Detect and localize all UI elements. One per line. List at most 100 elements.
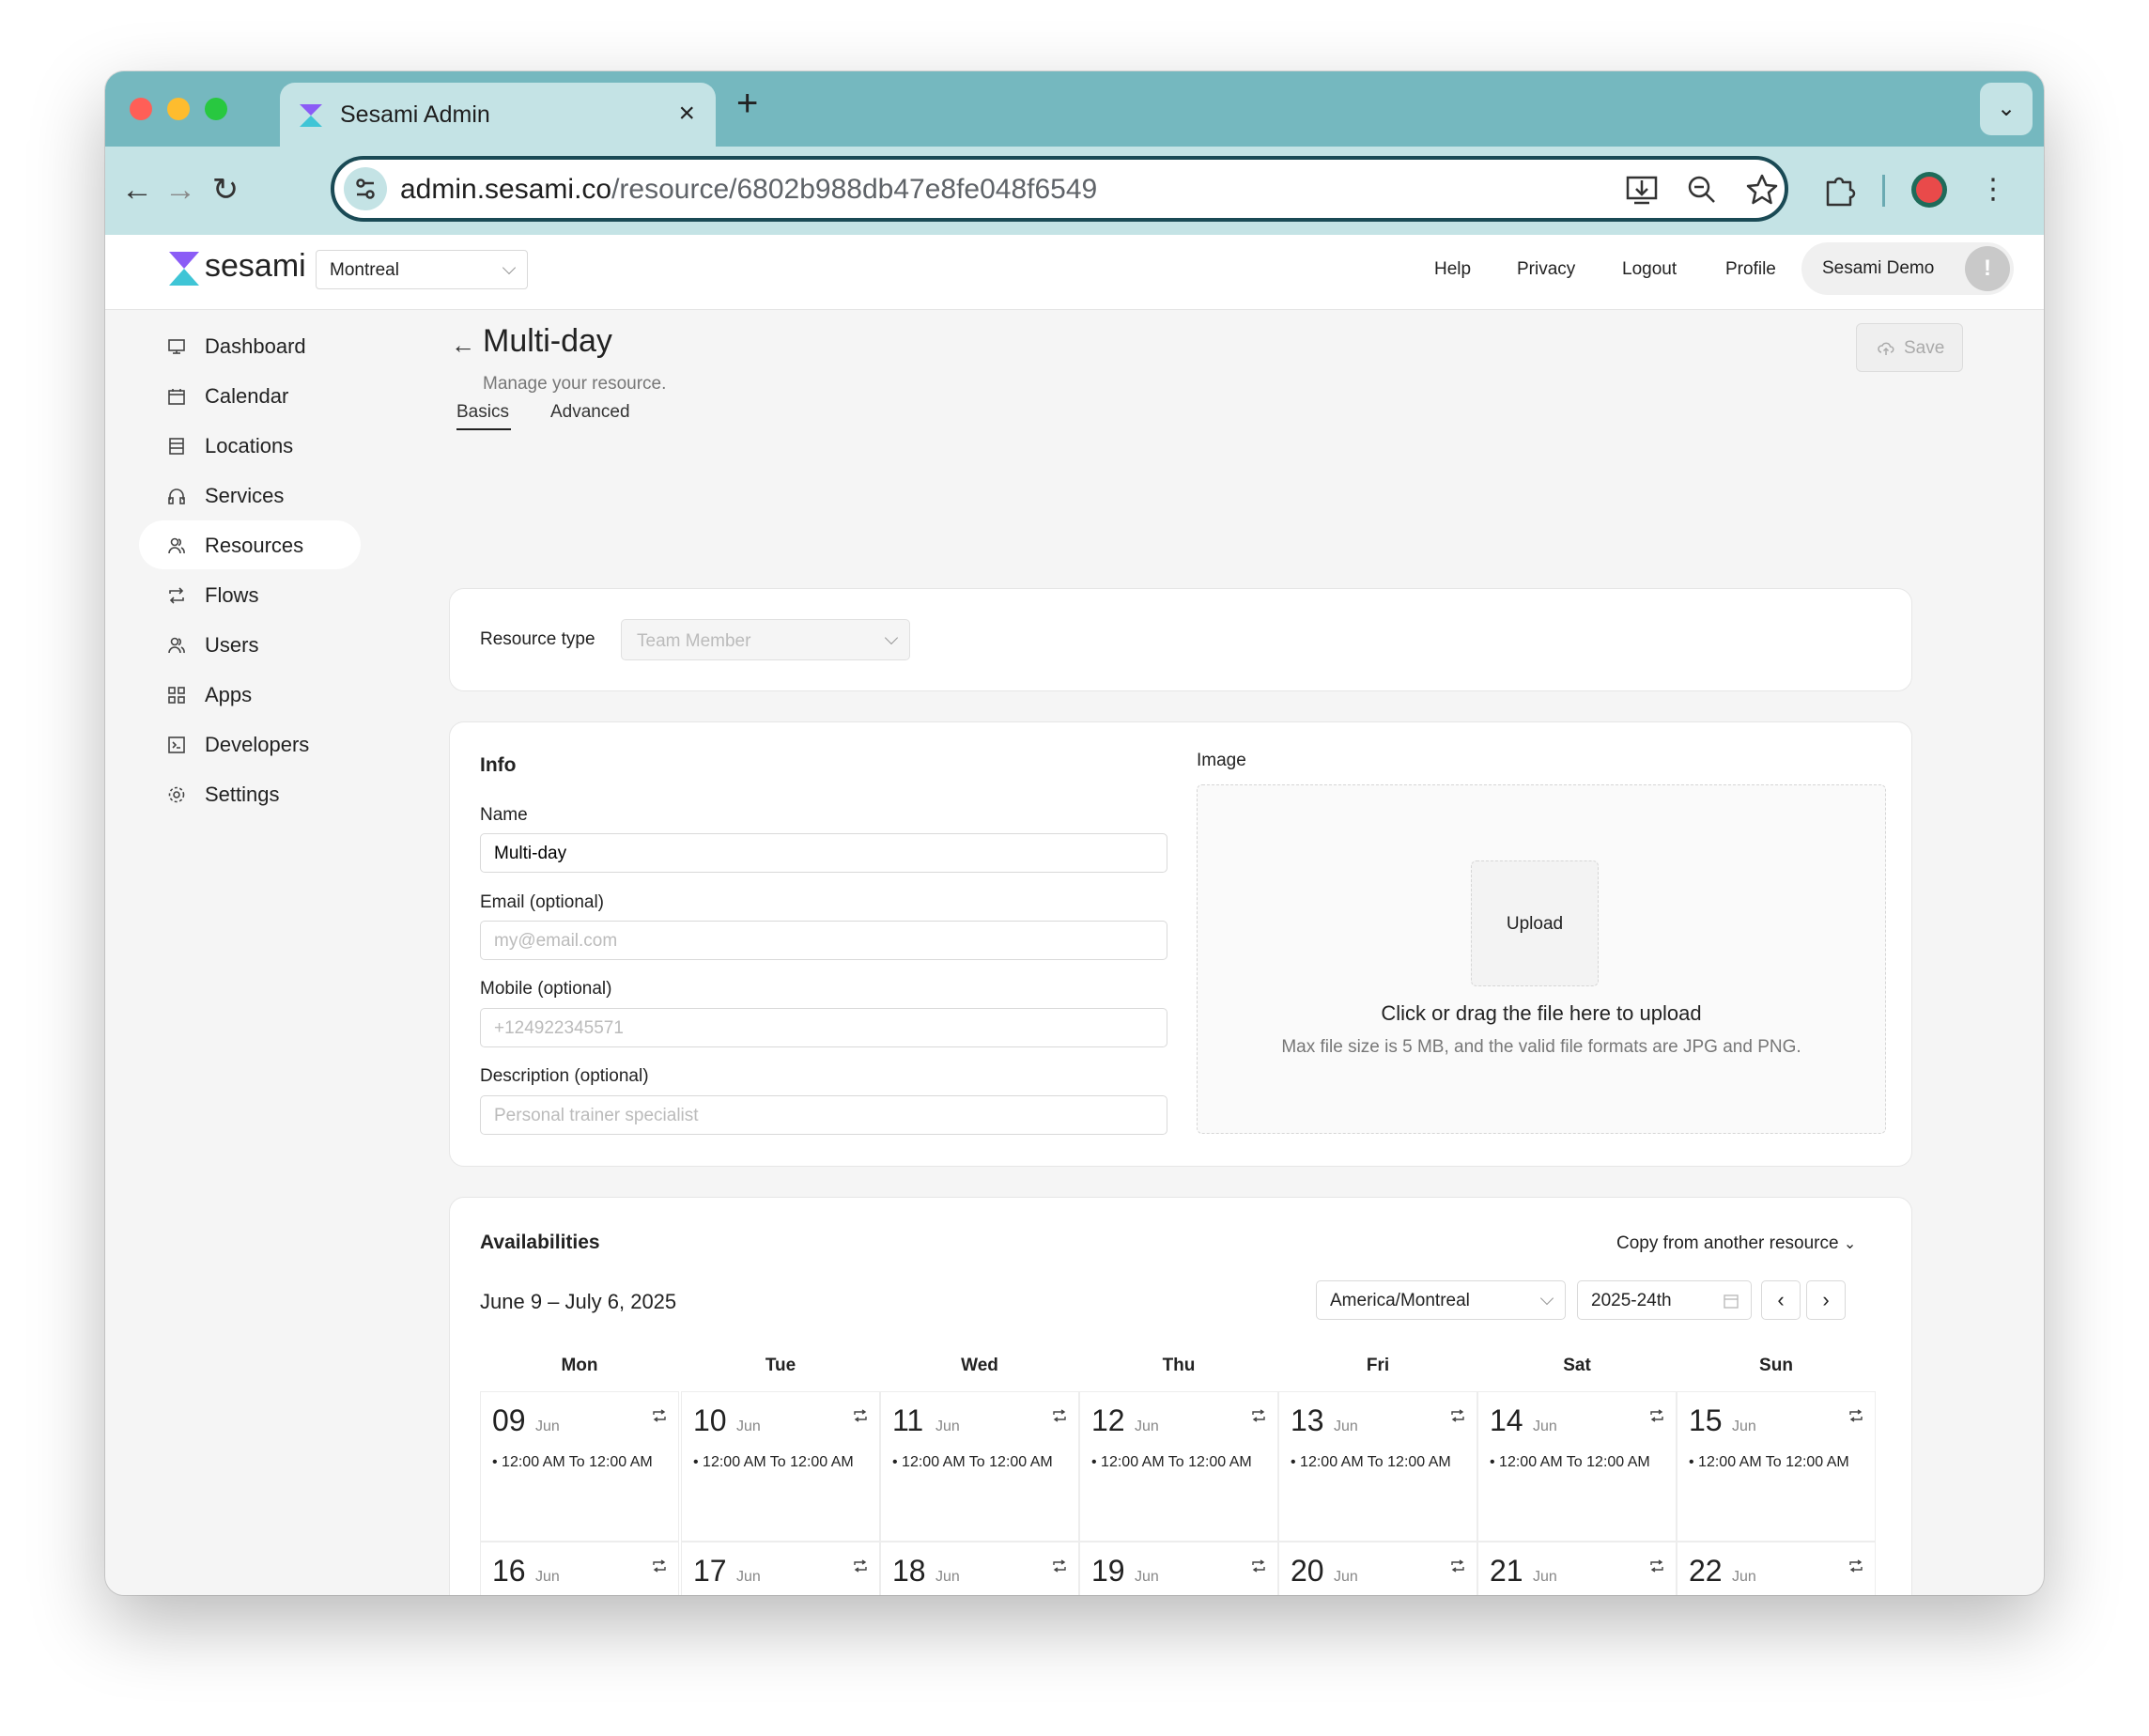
repeat-icon[interactable]	[1052, 1559, 1067, 1573]
day-number: 18	[892, 1554, 926, 1588]
url-text[interactable]: admin.sesami.co/resource/6802b988db47e8f…	[400, 174, 1097, 206]
day-cell[interactable]: 10 Jun • 12:00 AM To 12:00 AM	[681, 1391, 880, 1542]
repeat-icon[interactable]	[1052, 1409, 1067, 1422]
resource-type-value: Team Member	[637, 631, 751, 651]
name-input[interactable]: Multi-day	[480, 833, 1167, 873]
privacy-link[interactable]: Privacy	[1517, 259, 1575, 280]
repeat-icon[interactable]	[1848, 1559, 1863, 1573]
sidebar-item-users[interactable]: Users	[139, 620, 361, 669]
repeat-icon[interactable]	[652, 1559, 667, 1573]
browser-window: Sesami Admin × + ⌄ ← → ↻ admin.sesami.co…	[105, 71, 2044, 1595]
availability-slot[interactable]: • 12:00 AM To 12:00 AM	[492, 1454, 653, 1471]
help-link[interactable]: Help	[1434, 259, 1471, 280]
availability-slot[interactable]: • 12:00 AM To 12:00 AM	[1689, 1454, 1849, 1471]
sidebar-item-developers[interactable]: Developers	[139, 720, 361, 768]
sidebar-item-services[interactable]: Services	[139, 471, 361, 519]
day-cell[interactable]: 19Jun• 12:00 AM To 12:00 AM	[1079, 1542, 1278, 1595]
day-cell[interactable]: 09 Jun • 12:00 AM To 12:00 AM	[480, 1391, 679, 1542]
tab-close-icon[interactable]: ×	[678, 98, 695, 130]
day-cell[interactable]: 18Jun• 12:00 AM To 12:00 AM	[880, 1542, 1079, 1595]
repeat-icon[interactable]	[1450, 1409, 1465, 1422]
close-window-button[interactable]	[130, 98, 152, 120]
next-week-button[interactable]: ›	[1806, 1280, 1846, 1320]
profile-avatar-icon[interactable]	[1909, 169, 1950, 210]
day-cell[interactable]: 12 Jun • 12:00 AM To 12:00 AM	[1079, 1391, 1278, 1542]
sidebar-item-flows[interactable]: Flows	[139, 570, 361, 619]
repeat-icon[interactable]	[1251, 1559, 1266, 1573]
user-menu[interactable]: Sesami Demo !	[1801, 242, 2014, 295]
forward-arrow-icon[interactable]: →	[158, 167, 203, 212]
back-arrow-icon[interactable]: ←	[451, 331, 475, 360]
tab-basics[interactable]: Basics	[456, 402, 509, 423]
day-cell[interactable]: 16Jun• 12:00 AM To 12:00 AM	[480, 1542, 679, 1595]
day-month: Jun	[1533, 1418, 1557, 1434]
minimize-window-button[interactable]	[167, 98, 190, 120]
sidebar-item-settings[interactable]: Settings	[139, 769, 361, 818]
bookmark-star-icon[interactable]	[1743, 171, 1781, 209]
browser-menu-icon[interactable]: ⋮	[1971, 167, 2016, 212]
site-settings-icon[interactable]	[344, 167, 387, 210]
resource-type-card: Resource type Team Member	[449, 588, 1912, 691]
day-cell[interactable]: 22Jun• 12:00 AM To 12:00 AM	[1677, 1542, 1876, 1595]
week-picker[interactable]: 2025-24th	[1577, 1280, 1752, 1320]
mobile-input[interactable]: +124922345571	[480, 1008, 1167, 1047]
availability-slot[interactable]: • 12:00 AM To 12:00 AM	[1490, 1454, 1650, 1471]
tab-advanced[interactable]: Advanced	[550, 402, 630, 423]
day-cell[interactable]: 15 Jun • 12:00 AM To 12:00 AM	[1677, 1391, 1876, 1542]
sidebar-item-apps[interactable]: Apps	[139, 670, 361, 719]
upload-button[interactable]: Upload	[1471, 860, 1599, 986]
repeat-icon[interactable]	[853, 1409, 868, 1422]
sidebar-item-calendar[interactable]: Calendar	[139, 371, 361, 420]
profile-link[interactable]: Profile	[1725, 259, 1776, 280]
day-cell[interactable]: 14 Jun • 12:00 AM To 12:00 AM	[1477, 1391, 1677, 1542]
logo-text[interactable]: sesami	[205, 248, 306, 285]
sesami-logo-icon[interactable]	[167, 250, 201, 287]
day-cell[interactable]: 13 Jun • 12:00 AM To 12:00 AM	[1278, 1391, 1477, 1542]
availability-slot[interactable]: • 12:00 AM To 12:00 AM	[693, 1454, 854, 1471]
copy-from-resource-dropdown[interactable]: Copy from another resource ⌄	[1616, 1233, 1856, 1254]
browser-tab[interactable]: Sesami Admin ×	[280, 83, 716, 147]
location-select[interactable]: Montreal	[316, 250, 528, 289]
back-arrow-icon[interactable]: ←	[115, 167, 160, 212]
new-tab-button[interactable]: +	[736, 83, 758, 125]
day-cell[interactable]: 21Jun• 12:00 AM To 12:00 AM	[1477, 1542, 1677, 1595]
repeat-icon[interactable]	[1848, 1409, 1863, 1422]
weekday-label: Mon	[561, 1356, 598, 1375]
availability-slot[interactable]: • 12:00 AM To 12:00 AM	[892, 1454, 1053, 1471]
repeat-icon[interactable]	[1649, 1559, 1664, 1573]
logout-link[interactable]: Logout	[1622, 259, 1677, 280]
sesami-favicon-icon	[300, 104, 322, 127]
sidebar-item-dashboard[interactable]: Dashboard	[139, 321, 361, 370]
availability-slot[interactable]: • 12:00 AM To 12:00 AM	[1091, 1454, 1252, 1471]
timezone-select[interactable]: America/Montreal	[1316, 1280, 1566, 1320]
repeat-icon[interactable]	[1649, 1409, 1664, 1422]
sidebar-item-label: Flows	[205, 583, 259, 607]
availability-slot[interactable]: • 12:00 AM To 12:00 AM	[1291, 1454, 1451, 1471]
description-input[interactable]: Personal trainer specialist	[480, 1095, 1167, 1135]
address-bar[interactable]: admin.sesami.co/resource/6802b988db47e8f…	[331, 156, 1788, 222]
repeat-icon[interactable]	[1251, 1409, 1266, 1422]
day-cell[interactable]: 11 Jun • 12:00 AM To 12:00 AM	[880, 1391, 1079, 1542]
repeat-icon[interactable]	[652, 1409, 667, 1422]
day-cell[interactable]: 20Jun• 12:00 AM To 12:00 AM	[1278, 1542, 1477, 1595]
browser-tab-bar: Sesami Admin × + ⌄	[105, 71, 2044, 147]
sidebar-item-locations[interactable]: Locations	[139, 421, 361, 470]
zoom-out-icon[interactable]	[1683, 171, 1721, 209]
repeat-icon[interactable]	[1450, 1559, 1465, 1573]
install-app-icon[interactable]	[1623, 171, 1661, 209]
tab-search-chevron-icon[interactable]: ⌄	[1980, 83, 2033, 135]
day-cell[interactable]: 17Jun• 12:00 AM To 12:00 AM	[681, 1542, 880, 1595]
reload-icon[interactable]: ↻	[203, 167, 248, 212]
zoom-window-button[interactable]	[205, 98, 227, 120]
chevron-down-icon	[884, 630, 899, 645]
main-content: ← Multi-day Manage your resource. Save B…	[415, 310, 2044, 1595]
extensions-puzzle-icon[interactable]	[1818, 169, 1860, 210]
repeat-icon[interactable]	[853, 1559, 868, 1573]
sidebar-item-resources[interactable]: Resources	[139, 520, 361, 569]
save-button[interactable]: Save	[1856, 323, 1963, 372]
prev-week-button[interactable]: ‹	[1761, 1280, 1801, 1320]
day-number: 11	[892, 1403, 924, 1437]
save-button-label: Save	[1904, 338, 1945, 358]
email-input[interactable]: my@email.com	[480, 921, 1167, 960]
image-dropzone[interactable]: Upload Click or drag the file here to up…	[1197, 784, 1886, 1134]
